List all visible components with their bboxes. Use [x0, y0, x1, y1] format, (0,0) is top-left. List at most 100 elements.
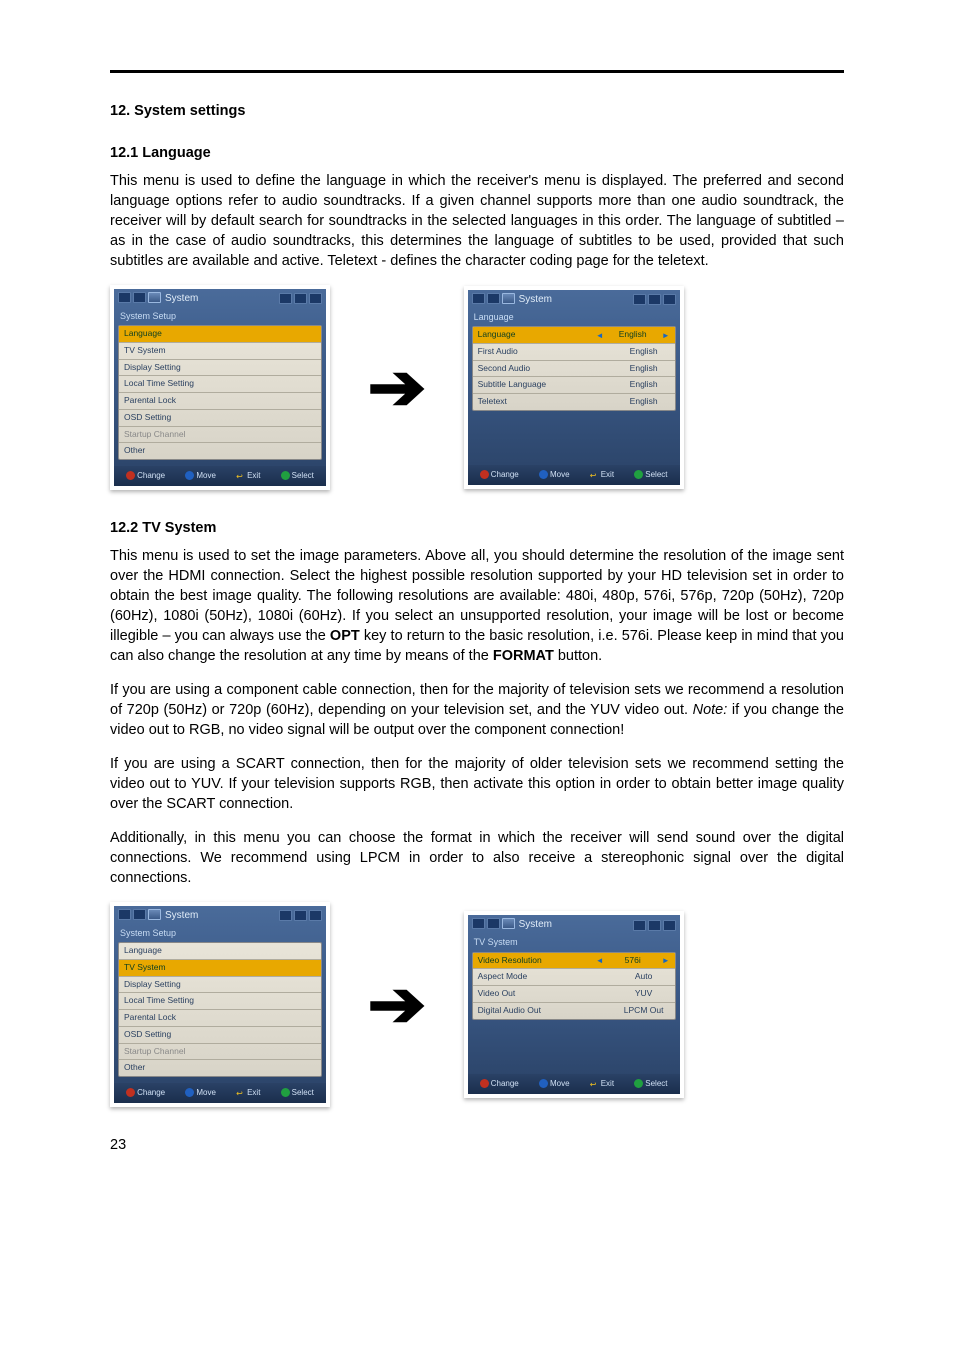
key: Second Audio	[478, 363, 530, 375]
nav-icon	[133, 292, 146, 303]
system-tab-icon	[148, 909, 161, 920]
exit-icon: ↩	[236, 471, 245, 480]
nav-icon	[663, 294, 676, 305]
value: 576i	[607, 955, 659, 967]
format-button-text: FORMAT	[493, 648, 554, 664]
menu-item-parental-lock[interactable]: Parental Lock	[119, 393, 321, 410]
osd-breadcrumb: TV System	[468, 934, 680, 951]
menu-item-tv-system[interactable]: TV System	[119, 343, 321, 360]
enter-icon	[634, 470, 643, 479]
osd-language-submenu: System Language Language ◄English► First…	[464, 286, 684, 489]
exit-icon: ↩	[590, 470, 599, 479]
key: Teletext	[478, 396, 507, 408]
left-right-icon	[480, 470, 489, 479]
osd-top-label: System	[517, 918, 552, 932]
tvsys-row-video-resolution[interactable]: Video Resolution ◄576i►	[473, 953, 675, 970]
menu-item-osd-setting[interactable]: OSD Setting	[119, 1027, 321, 1044]
up-down-icon	[185, 1088, 194, 1097]
osd-system-setup-language: System System Setup Language TV System D…	[110, 285, 330, 490]
top-rule	[110, 70, 844, 73]
tvsys-row-aspect-mode[interactable]: Aspect Mode Auto	[473, 969, 675, 986]
para-12-2-d: Additionally, in this menu you can choos…	[110, 828, 844, 888]
nav-icon	[133, 909, 146, 920]
menu-item-osd-setting[interactable]: OSD Setting	[119, 410, 321, 427]
tvsys-row-digital-audio-out[interactable]: Digital Audio Out LPCM Out	[473, 1003, 675, 1019]
nav-icon	[472, 918, 485, 929]
menu-item-language[interactable]: Language	[119, 326, 321, 343]
osd-list: Language TV System Display Setting Local…	[118, 942, 322, 1077]
left-right-icon	[480, 1079, 489, 1088]
para-12-2-b: If you are using a component cable conne…	[110, 680, 844, 740]
system-tab-icon	[148, 292, 161, 303]
key: Video Out	[478, 988, 516, 1000]
nav-icon	[309, 910, 322, 921]
text: button.	[554, 648, 602, 664]
menu-item-other[interactable]: Other	[119, 1060, 321, 1076]
menu-item-tv-system[interactable]: TV System	[119, 960, 321, 977]
page-number: 23	[110, 1135, 844, 1155]
lang-row-teletext[interactable]: Teletext English	[473, 394, 675, 410]
menu-item-local-time-setting[interactable]: Local Time Setting	[119, 993, 321, 1010]
lang-row-subtitle-language[interactable]: Subtitle Language English	[473, 377, 675, 394]
footer-exit: Exit	[601, 1078, 614, 1089]
lang-row-language[interactable]: Language ◄English►	[473, 327, 675, 344]
menu-item-display-setting[interactable]: Display Setting	[119, 360, 321, 377]
osd-topbar: System	[114, 906, 326, 925]
footer-move: Move	[196, 470, 216, 481]
footer-change: Change	[137, 470, 165, 481]
menu-item-parental-lock[interactable]: Parental Lock	[119, 1010, 321, 1027]
footer-change: Change	[491, 469, 519, 480]
heading-12-1: 12.1 Language	[110, 143, 844, 163]
lang-row-second-audio[interactable]: Second Audio English	[473, 361, 675, 378]
nav-icon	[663, 920, 676, 931]
figure-row-tvsystem: System System Setup Language TV System D…	[110, 902, 844, 1107]
osd-breadcrumb: Language	[468, 309, 680, 326]
arrow-right-icon: ➔	[367, 355, 426, 419]
menu-item-local-time-setting[interactable]: Local Time Setting	[119, 376, 321, 393]
left-arrow-icon[interactable]: ◄	[596, 330, 604, 341]
menu-item-language[interactable]: Language	[119, 943, 321, 960]
osd-tvsystem-submenu: System TV System Video Resolution ◄576i►…	[464, 911, 684, 1097]
footer-change: Change	[491, 1078, 519, 1089]
nav-icon	[633, 920, 646, 931]
value: YUV	[618, 988, 670, 1000]
right-arrow-icon[interactable]: ►	[662, 330, 670, 341]
osd-footer: Change Move ↩Exit Select	[114, 1083, 326, 1103]
osd-topbar: System	[114, 289, 326, 308]
nav-icon	[294, 910, 307, 921]
key: First Audio	[478, 346, 518, 358]
figure-row-language: System System Setup Language TV System D…	[110, 285, 844, 490]
exit-icon: ↩	[236, 1088, 245, 1097]
menu-item-other[interactable]: Other	[119, 443, 321, 459]
value: English	[618, 396, 670, 408]
system-tab-icon	[502, 918, 515, 929]
key: Video Resolution	[478, 955, 542, 967]
right-arrow-icon[interactable]: ►	[662, 955, 670, 966]
value: LPCM Out	[618, 1005, 670, 1017]
para-12-1: This menu is used to define the language…	[110, 171, 844, 271]
osd-footer: Change Move ↩Exit Select	[468, 465, 680, 485]
exit-icon: ↩	[590, 1079, 599, 1088]
nav-icon	[118, 909, 131, 920]
footer-select: Select	[645, 1078, 667, 1089]
menu-item-display-setting[interactable]: Display Setting	[119, 977, 321, 994]
lang-row-first-audio[interactable]: First Audio English	[473, 344, 675, 361]
footer-select: Select	[645, 469, 667, 480]
up-down-icon	[185, 471, 194, 480]
value: Auto	[618, 971, 670, 983]
key: Digital Audio Out	[478, 1005, 541, 1017]
tvsys-row-video-out[interactable]: Video Out YUV	[473, 986, 675, 1003]
footer-exit: Exit	[247, 470, 260, 481]
heading-12: 12. System settings	[110, 101, 844, 121]
osd-spacer	[468, 411, 680, 459]
enter-icon	[634, 1079, 643, 1088]
para-12-2-c: If you are using a SCART connection, the…	[110, 754, 844, 814]
menu-item-startup-channel: Startup Channel	[119, 1044, 321, 1061]
note-label: Note:	[693, 702, 728, 718]
nav-icon	[487, 918, 500, 929]
osd-system-setup-tvsystem: System System Setup Language TV System D…	[110, 902, 330, 1107]
nav-icon	[648, 294, 661, 305]
up-down-icon	[539, 1079, 548, 1088]
left-arrow-icon[interactable]: ◄	[596, 955, 604, 966]
value: English	[607, 329, 659, 341]
